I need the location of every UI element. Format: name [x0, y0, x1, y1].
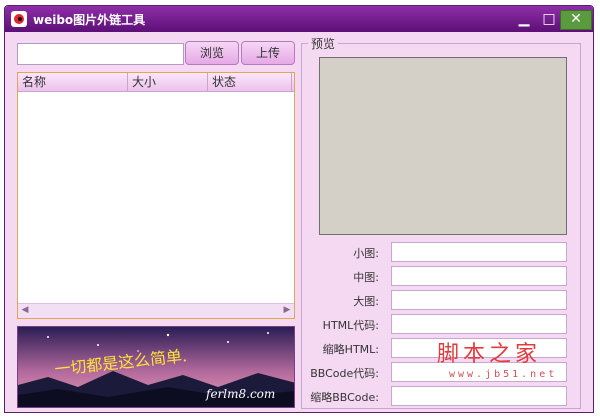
column-header-size[interactable]: 大小 — [128, 73, 208, 91]
thumb-bbcode-label: 缩略BBCode: — [310, 391, 379, 404]
thumb-html-label: 缩略HTML: — [322, 343, 379, 356]
upload-button[interactable]: 上传 — [241, 41, 295, 65]
thumb-small-label: 小图: — [353, 247, 379, 260]
upload-label: 上传 — [255, 46, 280, 60]
minimize-button[interactable]: ▁ — [514, 10, 534, 28]
banner-site: ferlm8.com — [206, 387, 276, 401]
maximize-icon: □ — [542, 11, 556, 27]
thumb-medium-field[interactable] — [391, 266, 567, 286]
browse-button[interactable]: 浏览 — [185, 41, 239, 65]
promo-banner: 一切都是这么简单. ferlm8.com — [17, 326, 295, 408]
minimize-icon: ▁ — [518, 11, 530, 27]
close-button[interactable]: ✕ — [560, 10, 592, 30]
bbcode-label: BBCode代码: — [310, 367, 379, 380]
horizontal-scrollbar[interactable]: ◀ ▶ — [18, 303, 294, 318]
thumb-large-field[interactable] — [391, 290, 567, 310]
thumb-medium-label: 中图: — [353, 271, 379, 284]
title-bar[interactable]: weibo图片外链工具 ▁ □ ✕ — [5, 6, 593, 32]
html-code-label: HTML代码: — [322, 319, 379, 332]
preview-image — [319, 57, 567, 235]
file-list[interactable]: 名称 大小 状态 ◀ ▶ — [17, 72, 295, 319]
thumb-bbcode-field[interactable] — [391, 386, 567, 406]
scroll-left-icon[interactable]: ◀ — [18, 304, 32, 317]
file-path-input[interactable] — [17, 43, 184, 65]
preview-group-label: 预览 — [308, 35, 339, 52]
watermark-url: www.jb51.net — [449, 369, 558, 380]
thumb-small-field[interactable] — [391, 242, 567, 262]
watermark-text: 脚本之家 — [437, 342, 542, 367]
window-title: weibo图片外链工具 — [33, 13, 146, 27]
weibo-logo-icon — [11, 11, 27, 27]
html-code-field[interactable] — [391, 314, 567, 334]
browse-label: 浏览 — [199, 46, 224, 60]
scroll-right-icon[interactable]: ▶ — [280, 304, 294, 317]
close-icon: ✕ — [570, 11, 582, 27]
column-header-name[interactable]: 名称 — [18, 73, 128, 91]
thumb-large-label: 大图: — [353, 295, 379, 308]
file-list-header: 名称 大小 状态 — [18, 73, 294, 92]
column-header-status[interactable]: 状态 — [208, 73, 292, 91]
maximize-button[interactable]: □ — [539, 10, 559, 28]
app-window: weibo图片外链工具 ▁ □ ✕ 浏览 上传 名称 大小 状态 ◀ ▶ 一切都… — [4, 5, 594, 413]
